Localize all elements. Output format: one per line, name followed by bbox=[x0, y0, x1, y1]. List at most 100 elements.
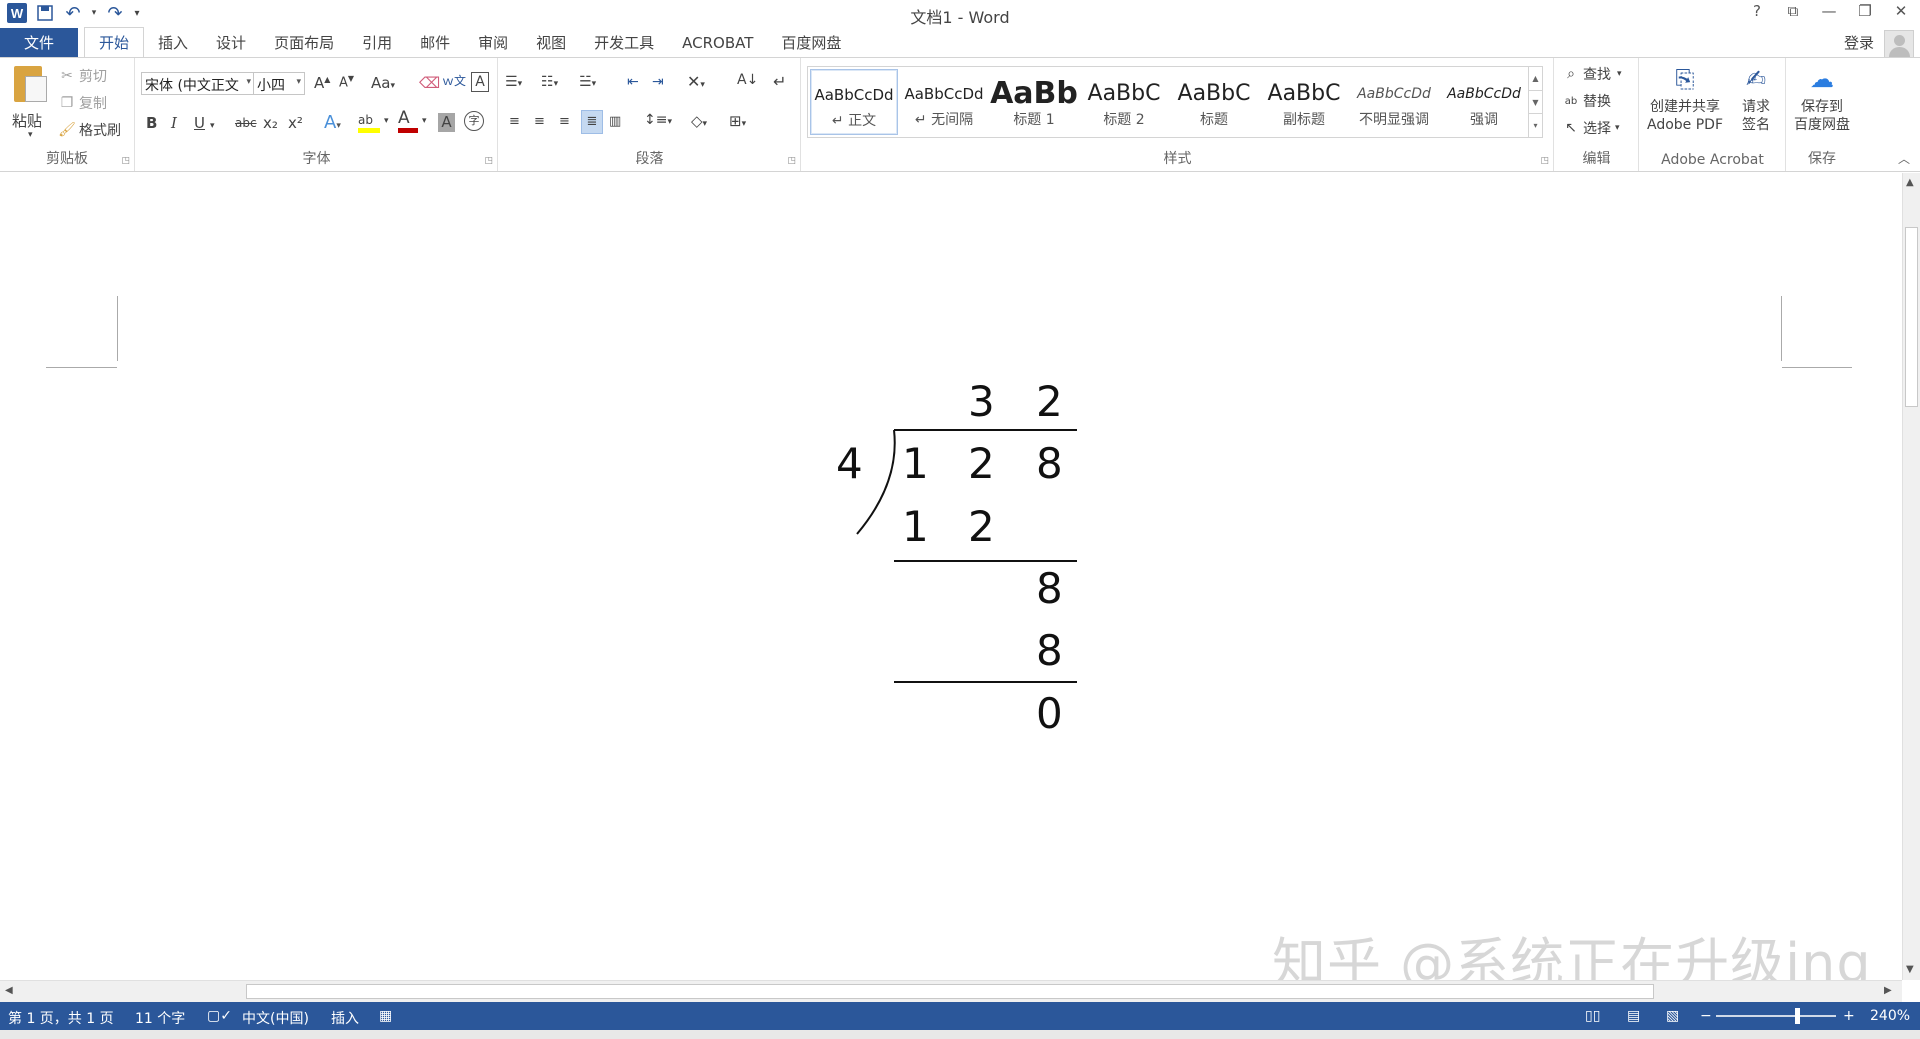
sort-icon[interactable]: A↓ bbox=[737, 72, 758, 88]
zoom-slider-thumb[interactable] bbox=[1795, 1008, 1800, 1024]
help-button[interactable]: ? bbox=[1746, 2, 1768, 20]
gallery-more-icon[interactable]: ▾ bbox=[1529, 113, 1542, 136]
zoom-in-button[interactable]: + bbox=[1843, 1008, 1855, 1024]
phonetic-guide-icon[interactable]: ｗ文 bbox=[442, 72, 466, 89]
subscript-button[interactable]: x₂ bbox=[263, 114, 278, 132]
cut-button[interactable]: ✂ 剪切 bbox=[58, 66, 107, 86]
tab-page-layout[interactable]: 页面布局 bbox=[260, 28, 348, 57]
decrease-indent-icon[interactable]: ⇤ bbox=[627, 74, 639, 90]
tab-view[interactable]: 视图 bbox=[522, 28, 580, 57]
tab-design[interactable]: 设计 bbox=[202, 28, 260, 57]
tab-home[interactable]: 开始 bbox=[84, 27, 145, 57]
style-emphasis[interactable]: AaBbCcDd 强调 bbox=[1440, 69, 1528, 135]
font-size-combo[interactable]: 小四 ▾ bbox=[253, 72, 305, 95]
grow-font-button[interactable]: A▲ bbox=[314, 74, 330, 92]
char-border-button[interactable]: A bbox=[471, 72, 489, 92]
zoom-level[interactable]: 240% bbox=[1870, 1008, 1910, 1024]
line-spacing-icon[interactable]: ↕≡▾ bbox=[644, 112, 672, 128]
collapse-ribbon-icon[interactable]: ︿ bbox=[1898, 150, 1910, 167]
style-subtle-emphasis[interactable]: AaBbCcDd 不明显强调 bbox=[1350, 69, 1438, 135]
text-effects-button[interactable]: A▾ bbox=[324, 112, 341, 133]
font-color-dropdown-icon[interactable]: ▾ bbox=[422, 116, 427, 126]
scroll-down-icon[interactable]: ▼ bbox=[1906, 964, 1914, 975]
multilevel-list-icon[interactable]: ☱▾ bbox=[579, 74, 596, 90]
highlight-button[interactable]: ab bbox=[358, 110, 380, 133]
styles-launcher-icon[interactable]: ◳ bbox=[1540, 156, 1549, 166]
italic-button[interactable]: I bbox=[171, 114, 177, 132]
enclose-char-button[interactable]: 字 bbox=[464, 111, 484, 131]
user-avatar-icon[interactable] bbox=[1884, 30, 1914, 58]
create-share-pdf-button[interactable]: ⎘ 创建并共享 Adobe PDF bbox=[1644, 64, 1726, 134]
justify-icon[interactable]: ≣ bbox=[581, 110, 603, 134]
font-color-button[interactable]: A bbox=[398, 108, 418, 133]
proofing-icon[interactable]: ▢✓ bbox=[207, 1008, 232, 1024]
close-button[interactable]: ✕ bbox=[1890, 2, 1912, 20]
tab-mailings[interactable]: 邮件 bbox=[406, 28, 464, 57]
tab-file[interactable]: 文件 bbox=[0, 28, 79, 57]
distributed-icon[interactable]: ▥ bbox=[609, 114, 621, 129]
bullets-icon[interactable]: ☰▾ bbox=[505, 74, 522, 90]
request-signature-button[interactable]: ✍ 请求 签名 bbox=[1732, 64, 1780, 134]
borders-icon[interactable]: ⊞▾ bbox=[729, 112, 746, 130]
chinese-layout-icon[interactable]: ✕▾ bbox=[687, 72, 705, 91]
increase-indent-icon[interactable]: ⇥ bbox=[652, 74, 664, 90]
horizontal-scrollbar[interactable]: ◀ ▶ bbox=[0, 980, 1902, 1002]
font-name-combo[interactable]: 宋体 (中文正文 ▾ bbox=[141, 72, 255, 95]
document-canvas[interactable]: 3 2 4 1 2 8 1 2 8 8 0 知乎 @系统正在升级ing bbox=[0, 173, 1902, 995]
replace-button[interactable]: ab 替换 bbox=[1562, 91, 1611, 111]
clipboard-launcher-icon[interactable]: ◳ bbox=[121, 156, 130, 166]
format-painter-button[interactable]: 🖌 格式刷 bbox=[58, 120, 121, 140]
minimize-button[interactable]: — bbox=[1818, 2, 1840, 20]
tab-acrobat[interactable]: ACROBAT bbox=[668, 28, 767, 57]
select-button[interactable]: ↖ 选择 ▾ bbox=[1562, 118, 1619, 138]
char-shading-button[interactable]: A bbox=[438, 113, 455, 132]
language-indicator[interactable]: 中文(中国) bbox=[242, 1008, 309, 1028]
chevron-down-icon[interactable]: ▼ bbox=[1529, 90, 1542, 113]
tab-review[interactable]: 审阅 bbox=[464, 28, 522, 57]
print-layout-icon[interactable]: ▤ bbox=[1627, 1008, 1640, 1024]
shading-icon[interactable]: ◇▾ bbox=[691, 112, 707, 130]
bold-button[interactable]: B bbox=[146, 114, 157, 132]
font-launcher-icon[interactable]: ◳ bbox=[484, 156, 493, 166]
strikethrough-button[interactable]: abc bbox=[235, 116, 257, 130]
vertical-scrollbar[interactable]: ▲ ▼ bbox=[1902, 173, 1920, 980]
restore-button[interactable]: ❐ bbox=[1854, 2, 1876, 20]
align-center-icon[interactable]: ≡ bbox=[534, 114, 545, 129]
insert-mode[interactable]: 插入 bbox=[331, 1008, 359, 1028]
underline-button[interactable]: U ▾ bbox=[194, 114, 215, 132]
superscript-button[interactable]: x² bbox=[288, 114, 303, 132]
vertical-scroll-thumb[interactable] bbox=[1905, 227, 1918, 407]
tab-baidu-netdisk[interactable]: 百度网盘 bbox=[767, 28, 855, 57]
ribbon-display-options-button[interactable]: ⧉ bbox=[1782, 2, 1804, 20]
show-marks-icon[interactable]: ↵ bbox=[773, 72, 786, 91]
read-mode-icon[interactable]: ▯▯ bbox=[1585, 1008, 1600, 1024]
style-heading-1[interactable]: AaBb 标题 1 bbox=[990, 69, 1078, 135]
paragraph-launcher-icon[interactable]: ◳ bbox=[787, 156, 796, 166]
macro-record-icon[interactable]: ▦ bbox=[379, 1008, 392, 1024]
change-case-button[interactable]: Aa▾ bbox=[371, 74, 395, 92]
scroll-right-icon[interactable]: ▶ bbox=[1884, 985, 1892, 996]
tab-developer[interactable]: 开发工具 bbox=[580, 28, 668, 57]
zoom-out-button[interactable]: − bbox=[1700, 1008, 1712, 1024]
highlight-dropdown-icon[interactable]: ▾ bbox=[384, 116, 389, 126]
style-heading-2[interactable]: AaBbC 标题 2 bbox=[1080, 69, 1168, 135]
style-normal[interactable]: AaBbCcDd ↵ 正文 bbox=[810, 69, 898, 135]
shrink-font-button[interactable]: A▼ bbox=[339, 74, 354, 90]
clear-formatting-icon[interactable]: ⌫ bbox=[419, 74, 440, 92]
find-button[interactable]: ⌕ 查找 ▾ bbox=[1562, 64, 1621, 84]
paste-button[interactable]: 粘贴 ▾ bbox=[6, 62, 52, 142]
tab-insert[interactable]: 插入 bbox=[144, 28, 202, 57]
word-count[interactable]: 11 个字 bbox=[135, 1008, 185, 1028]
zoom-slider[interactable] bbox=[1716, 1015, 1836, 1017]
scroll-left-icon[interactable]: ◀ bbox=[5, 985, 13, 996]
tab-references[interactable]: 引用 bbox=[348, 28, 406, 57]
chevron-up-icon[interactable]: ▲ bbox=[1529, 67, 1542, 90]
style-subtitle[interactable]: AaBbC 副标题 bbox=[1260, 69, 1348, 135]
style-title[interactable]: AaBbC 标题 bbox=[1170, 69, 1258, 135]
login-link[interactable]: 登录 bbox=[1844, 32, 1874, 53]
page-count[interactable]: 第 1 页，共 1 页 bbox=[8, 1008, 114, 1028]
align-left-icon[interactable]: ≡ bbox=[509, 114, 520, 129]
style-no-spacing[interactable]: AaBbCcDd ↵ 无间隔 bbox=[900, 69, 988, 135]
horizontal-scroll-thumb[interactable] bbox=[246, 984, 1654, 999]
scroll-up-icon[interactable]: ▲ bbox=[1906, 177, 1914, 188]
